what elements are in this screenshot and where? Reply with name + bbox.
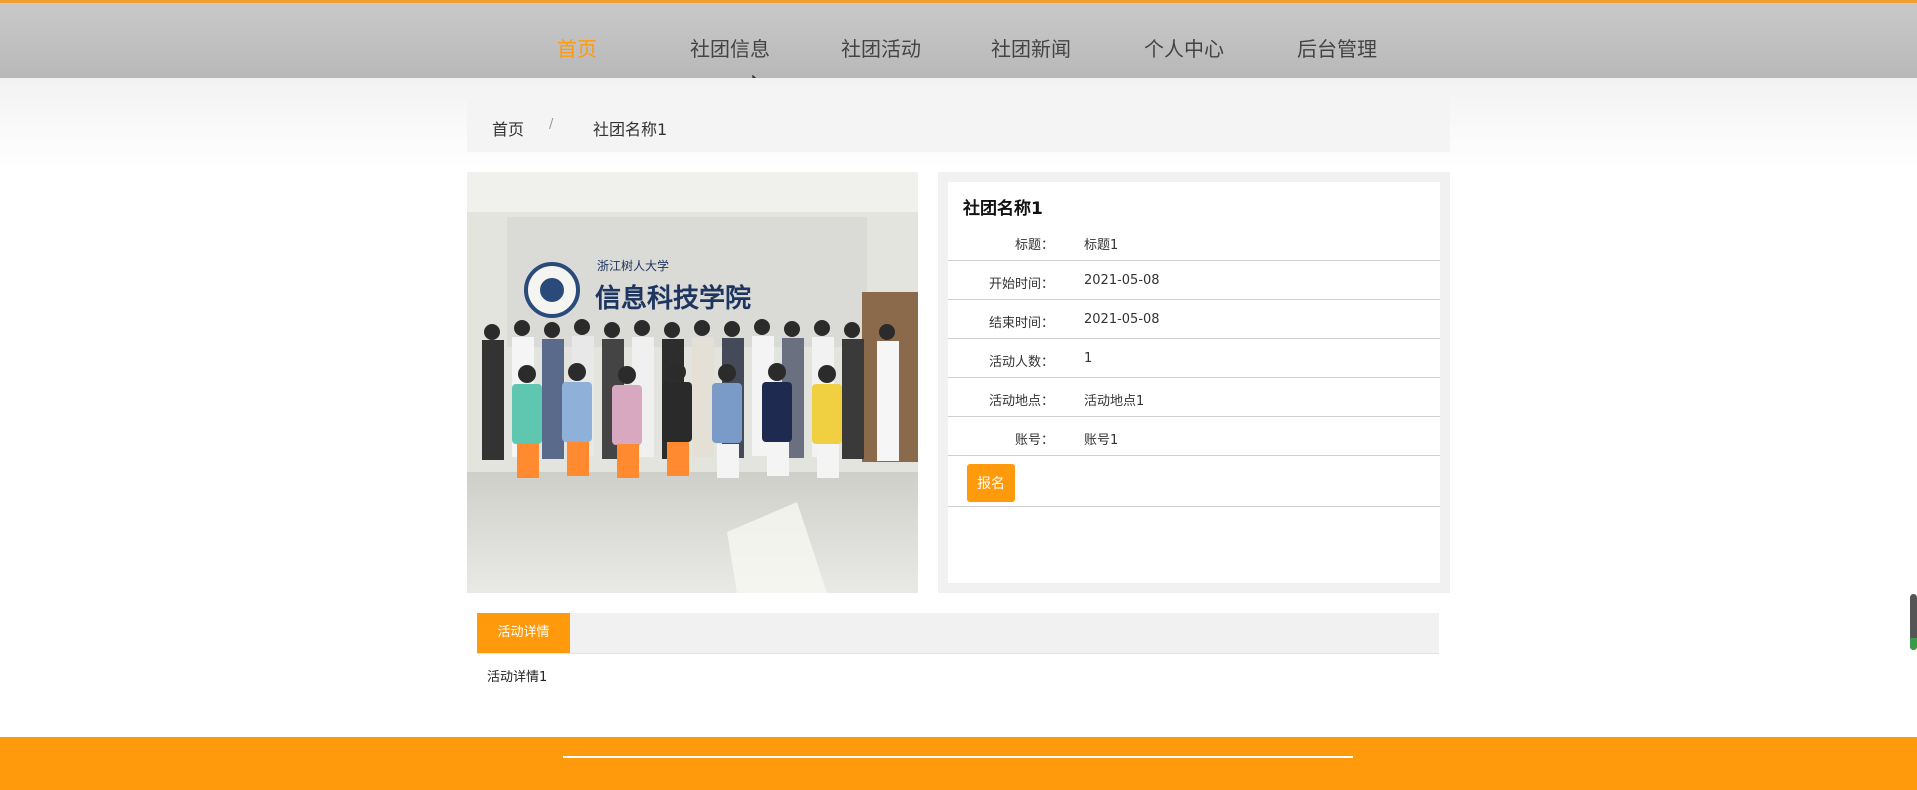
footer-divider — [563, 756, 1353, 758]
info-label: 结束时间： — [988, 316, 1054, 331]
footer — [0, 737, 1917, 790]
nav-item-personal-center[interactable]: 个人中心 — [1144, 33, 1224, 62]
info-value: 活动地点1 — [1084, 394, 1145, 409]
info-row-start-time: 开始时间： 2021-05-08 — [948, 261, 1440, 300]
info-row-end-time: 结束时间： 2021-05-08 — [948, 300, 1440, 339]
info-value: 1 — [1084, 351, 1093, 366]
breadcrumb-current: 社团名称1 — [593, 120, 668, 139]
info-value: 2021-05-08 — [1084, 312, 1160, 327]
info-row-participants: 活动人数： 1 — [948, 339, 1440, 378]
info-label: 标题： — [1014, 238, 1054, 253]
scrollbar-accent — [1910, 638, 1917, 650]
nav-item-club-news[interactable]: 社团新闻 — [991, 33, 1071, 62]
activity-info-card: 社团名称1 标题： 标题1 开始时间： 2021-05-08 结束时间： 202… — [948, 182, 1440, 583]
nav-item-club-info[interactable]: 社团信息 — [690, 33, 770, 62]
nav-item-admin[interactable]: 后台管理 — [1297, 33, 1377, 62]
info-row-title: 标题： 标题1 — [948, 222, 1440, 261]
breadcrumb-home-link[interactable]: 首页 — [492, 116, 524, 140]
activity-club-title: 社团名称1 — [963, 199, 1043, 219]
signup-row: 报名 — [948, 457, 1440, 507]
breadcrumb: 首页 / 社团名称1 — [467, 98, 1450, 152]
group-photo-image: 浙江树人大学 信息科技学院 — [467, 172, 918, 593]
info-row-location: 活动地点： 活动地点1 — [948, 378, 1440, 417]
info-label: 活动人数： — [988, 355, 1054, 370]
info-value: 账号1 — [1084, 433, 1119, 448]
activity-info-panel: 社团名称1 标题： 标题1 开始时间： 2021-05-08 结束时间： 202… — [938, 172, 1450, 593]
breadcrumb-separator: / — [549, 117, 554, 132]
info-value: 2021-05-08 — [1084, 273, 1160, 288]
top-navigation: 首页 社团信息 社团活动 社团新闻 个人中心 后台管理 — [0, 0, 1917, 78]
activity-detail-content: 活动详情1 — [487, 670, 548, 685]
signup-button[interactable]: 报名 — [967, 464, 1015, 502]
info-label: 开始时间： — [988, 277, 1054, 292]
info-label: 账号： — [1014, 433, 1054, 448]
info-value: 标题1 — [1084, 238, 1119, 253]
club-photo: 浙江树人大学 信息科技学院 — [467, 172, 918, 593]
nav-item-club-activities[interactable]: 社团活动 — [841, 33, 921, 62]
detail-tabs: 活动详情 — [477, 613, 1439, 654]
photo-sign-text: 信息科技学院 — [595, 283, 751, 314]
info-row-account: 账号： 账号1 — [948, 417, 1440, 456]
info-label: 活动地点： — [988, 394, 1054, 409]
nav-item-home[interactable]: 首页 — [557, 33, 597, 62]
tab-activity-details[interactable]: 活动详情 — [477, 613, 570, 653]
photo-sign-small: 浙江树人大学 — [597, 258, 669, 273]
